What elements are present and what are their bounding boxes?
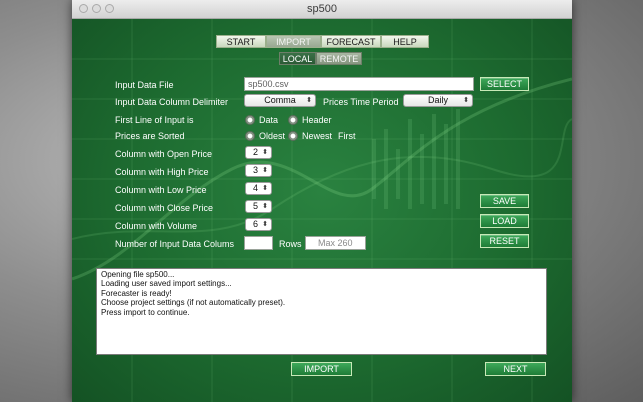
close-column-label: Column with Close Price	[115, 203, 214, 213]
sorted-suffix-label: First	[338, 131, 356, 141]
log-line: Opening file sp500...	[101, 270, 175, 279]
high-column-label: Column with High Price	[115, 167, 209, 177]
next-button[interactable]: NEXT	[485, 362, 546, 376]
chevron-updown-icon: ⬍	[262, 203, 268, 210]
tab-remote[interactable]: REMOTE	[316, 52, 362, 65]
high-column-value: 3	[253, 165, 259, 175]
first-line-header-label: Header	[302, 115, 332, 125]
log-line: Loading user saved import settings...	[101, 279, 232, 289]
time-period-label: Prices Time Period	[323, 97, 399, 107]
time-period-select[interactable]: Daily ⬍	[403, 94, 473, 107]
title-bar: sp500	[72, 0, 572, 19]
chevron-updown-icon: ⬍	[262, 221, 268, 228]
volume-column-value: 6	[253, 219, 259, 229]
log-output: Opening file sp500... Loading user saved…	[96, 268, 547, 355]
load-button[interactable]: LOAD	[480, 214, 529, 228]
zoom-window-icon[interactable]	[105, 4, 114, 13]
delimiter-label: Input Data Column Delimiter	[115, 97, 229, 107]
select-button[interactable]: SELECT	[480, 77, 529, 91]
tab-import[interactable]: IMPORT	[266, 35, 321, 48]
rows-label: Rows	[279, 239, 302, 249]
chevron-updown-icon: ⬍	[463, 97, 469, 104]
close-column-value: 5	[253, 201, 259, 211]
sorted-oldest-radio[interactable]	[245, 131, 255, 141]
save-button[interactable]: SAVE	[480, 194, 529, 208]
import-panel: START IMPORT FORECAST HELP LOCAL REMOTE …	[72, 19, 572, 402]
first-line-data-label: Data	[259, 115, 279, 125]
input-file-label: Input Data File	[115, 80, 174, 90]
tab-help[interactable]: HELP	[381, 35, 429, 48]
minimize-window-icon[interactable]	[92, 4, 101, 13]
first-line-header-radio[interactable]	[288, 115, 298, 125]
open-column-value: 2	[253, 147, 259, 157]
tab-start[interactable]: START	[216, 35, 266, 48]
open-column-stepper[interactable]: 2 ⬍	[245, 146, 272, 159]
window-title: sp500	[307, 3, 337, 15]
columns-count-label: Number of Input Data Colums	[115, 239, 235, 249]
log-line: Forecaster is ready!	[101, 288, 172, 298]
chevron-updown-icon: ⬍	[306, 97, 312, 104]
columns-count-field[interactable]	[244, 236, 273, 250]
tab-local[interactable]: LOCAL	[279, 52, 316, 65]
open-column-label: Column with Open Price	[115, 149, 213, 159]
chevron-updown-icon: ⬍	[262, 149, 268, 156]
sorted-newest-radio[interactable]	[288, 131, 298, 141]
close-column-stepper[interactable]: 5 ⬍	[245, 200, 272, 213]
chevron-updown-icon: ⬍	[262, 167, 268, 174]
time-period-value: Daily	[427, 95, 448, 105]
import-button[interactable]: IMPORT	[291, 362, 352, 376]
sorted-oldest-label: Oldest	[259, 131, 286, 141]
first-line-data-radio[interactable]	[245, 115, 255, 125]
tab-forecast[interactable]: FORECAST	[321, 35, 381, 48]
close-window-icon[interactable]	[79, 4, 88, 13]
log-line: Choose project settings (if not automati…	[101, 298, 286, 308]
app-window: sp500 START IMPORT FORECAST HELP LOCAL R…	[72, 0, 572, 402]
reset-button[interactable]: RESET	[480, 234, 529, 248]
input-file-field[interactable]: sp500.csv	[244, 77, 474, 91]
log-line: Press import to continue.	[101, 307, 190, 317]
first-line-label: First Line of Input is	[115, 115, 194, 125]
low-column-stepper[interactable]: 4 ⬍	[245, 182, 272, 195]
high-column-stepper[interactable]: 3 ⬍	[245, 164, 272, 177]
sorted-label: Prices are Sorted	[115, 131, 185, 141]
volume-column-stepper[interactable]: 6 ⬍	[245, 218, 272, 231]
sorted-newest-label: Newest	[302, 131, 333, 141]
volume-column-label: Column with Volume	[115, 221, 198, 231]
chevron-updown-icon: ⬍	[262, 185, 268, 192]
delimiter-select[interactable]: Comma ⬍	[244, 94, 316, 107]
delimiter-value: Comma	[264, 95, 296, 105]
low-column-label: Column with Low Price	[115, 185, 207, 195]
rows-field[interactable]: Max 260	[305, 236, 366, 250]
low-column-value: 4	[253, 183, 259, 193]
